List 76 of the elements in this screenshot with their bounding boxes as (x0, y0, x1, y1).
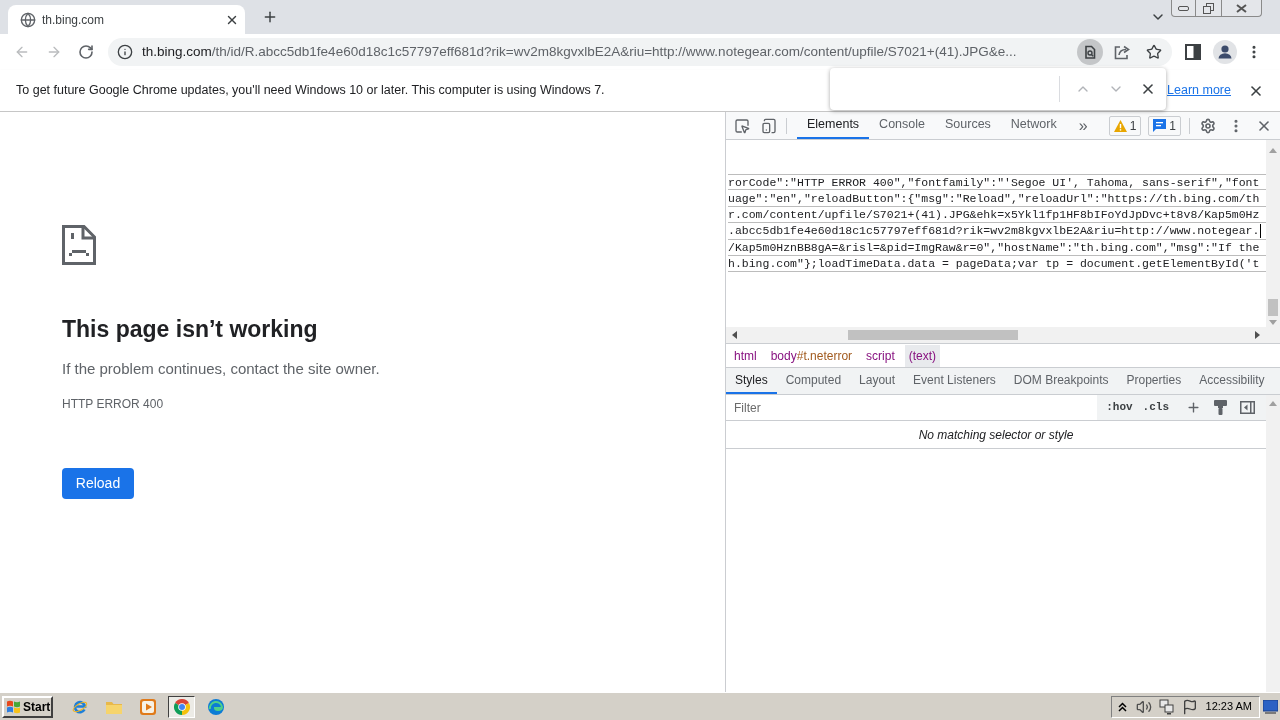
side-panel-icon[interactable] (1185, 44, 1201, 60)
filter-toggle[interactable]: :hov (1103, 399, 1136, 416)
speaker-icon[interactable] (1135, 698, 1152, 715)
breadcrumb[interactable]: html (730, 344, 761, 367)
code-line: r.com/content/upfile/S7021+(41).JPG&ehk=x5Ykl1fp1HF8bIFoYdJpDvc+t8v8/Kap5m0Hz (728, 206, 1266, 224)
sidebar-toggle-icon[interactable] (1240, 401, 1255, 414)
devtools-tab[interactable]: Elements (797, 112, 870, 139)
more-tabs-button[interactable]: » (1078, 117, 1088, 134)
breadcrumb[interactable]: script (862, 344, 899, 367)
reload-button[interactable]: Reload (62, 468, 134, 499)
taskbar-app-button[interactable] (168, 695, 195, 718)
devtools-tab[interactable]: Network (1000, 112, 1067, 139)
device-toolbar-icon[interactable] (761, 117, 777, 134)
show-hidden-icons-icon[interactable] (1117, 701, 1127, 712)
network-icon[interactable] (1158, 698, 1175, 715)
error-title: This page isn’t working (62, 315, 318, 343)
error-code: HTTP ERROR 400 (62, 397, 164, 411)
reload-icon[interactable] (78, 44, 94, 60)
code-line: rorCode":"HTTP ERROR 400","fontfamily":"'Segoe UI', Tahoma, sans-serif","font (728, 174, 1266, 191)
swirl-logo-icon (207, 698, 224, 715)
message-icon (1153, 119, 1167, 132)
new-tab-icon[interactable] (262, 9, 278, 25)
start-button[interactable]: Start (2, 695, 53, 718)
paint-roller-icon[interactable] (1214, 400, 1227, 415)
info-bar-message: To get future Google Chrome updates, you'll need Windows 10 or later. This computer is using Windows 7. (16, 82, 605, 100)
show-desktop-icon[interactable] (1263, 699, 1278, 714)
error-message: If the problem continues, contact the site owner. (62, 359, 380, 379)
settings-icon[interactable] (1200, 117, 1216, 134)
devtools-tab[interactable]: Console (869, 112, 935, 139)
styles-pane-tab[interactable]: DOM Breakpoints (1004, 368, 1118, 394)
styles-pane-tab[interactable]: Properties (1117, 368, 1191, 394)
devtools-tab[interactable]: Sources (935, 112, 1001, 139)
code-line: uage":"en","reloadButton":{"msg":"Reload","reloadUrl":"https://th.bing.com/th (728, 190, 1266, 207)
scrollbar-thumb[interactable] (848, 330, 1018, 340)
sad-document-icon (62, 225, 96, 265)
warning-icon (1113, 119, 1127, 132)
profile-icon[interactable] (1213, 40, 1237, 64)
warnings-button[interactable]: 1 (1108, 115, 1142, 136)
close-icon[interactable] (1140, 81, 1156, 97)
minimize-icon (1178, 5, 1189, 11)
vertical-scrollbar[interactable] (1266, 395, 1280, 692)
empty-styles-message: No matching selector or style (726, 421, 1266, 449)
star-icon[interactable] (1146, 44, 1162, 60)
info-icon[interactable] (117, 44, 133, 60)
styles-pane-tab[interactable]: Layout (850, 368, 905, 394)
learn-more-link[interactable]: Learn more (1167, 81, 1231, 100)
round-logo-icon (173, 698, 190, 715)
globe-icon (20, 11, 36, 28)
flag-logo-icon (6, 699, 21, 714)
scroll-right-arrow-icon[interactable] (1255, 331, 1260, 339)
e-logo-icon (71, 698, 88, 715)
horizontal-scrollbar[interactable] (726, 327, 1266, 343)
page-search-icon[interactable] (1077, 39, 1103, 65)
styles-pane-tab[interactable]: Computed (776, 368, 851, 394)
browser-tab[interactable]: th.bing.com (8, 5, 245, 34)
scrollbar-thumb[interactable] (1268, 299, 1278, 316)
close-icon (1236, 3, 1247, 13)
messages-button[interactable]: 1 (1148, 115, 1181, 136)
styles-pane-tab[interactable]: Accessibility (1190, 368, 1274, 394)
code-line: h.bing.com"};loadTimeData.data = pageData;var tp = document.getElementById('t (728, 255, 1266, 273)
vertical-scrollbar[interactable] (1266, 140, 1280, 343)
scroll-left-arrow-icon[interactable] (732, 331, 737, 339)
code-line: .abcc5db1fe4e60d18c1c57797eff681d?rik=wv2m8kgvxlbE2A&riu=http://www.notegear. (728, 223, 1266, 240)
play-icon (139, 698, 156, 715)
code-line: /Kap5m0HznBB8gA=&risl=&pid=ImgRaw&r=0","hostName":"th.bing.com","msg":"If the (728, 239, 1266, 256)
inspect-icon[interactable] (734, 117, 750, 134)
new-rule-icon[interactable] (1186, 400, 1201, 415)
folder-icon (105, 699, 122, 714)
breadcrumb[interactable]: (text) (904, 344, 941, 367)
filter-toggle[interactable]: .cls (1139, 399, 1172, 416)
styles-pane-tab[interactable]: Event Listeners (904, 368, 1005, 394)
address-url: th.bing.com/th/id/R.abcc5db1fe4e60d18c1c57797eff681d?rik=wv2m8kgvxlbE2A&riu=http://www.notegear.com/content/upfile/S7021+(41).JPG&e... (142, 42, 1018, 61)
breadcrumb[interactable]: body#t.neterror (766, 344, 857, 367)
flag-icon[interactable] (1181, 698, 1198, 715)
share-icon[interactable] (1114, 44, 1130, 60)
address-bar[interactable]: th.bing.com/th/id/R.abcc5db1fe4e60d18c1c57797eff681d?rik=wv2m8kgvxlbE2A&riu=http://www.notegear.com/content/upfile/S7021+(41).JPG&e... (108, 38, 1172, 66)
